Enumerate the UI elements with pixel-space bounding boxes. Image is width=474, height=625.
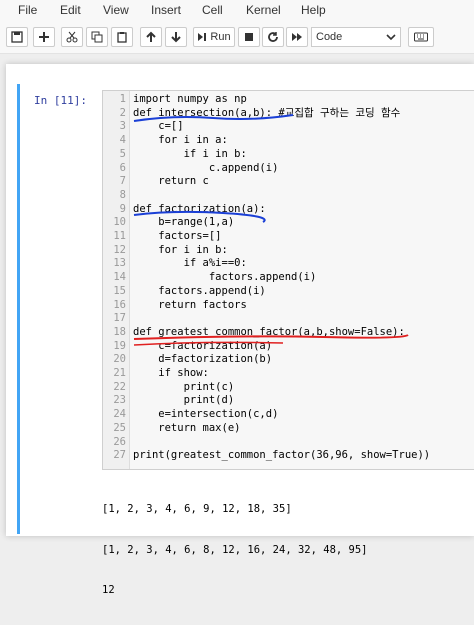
arrow-down-icon: [171, 32, 181, 43]
scissors-icon: [66, 31, 78, 43]
code-line: return factors: [133, 298, 247, 311]
code-line: factors=[]: [133, 230, 222, 242]
code-line: def intersection(a,b): #교집합 구하는 코딩 함수: [133, 106, 401, 119]
code-line: c=[]: [133, 120, 184, 133]
code-line: factors.append(i): [133, 284, 266, 297]
line-number: 14: [113, 271, 126, 284]
line-number: 6: [119, 161, 126, 174]
menu-file[interactable]: File: [18, 3, 37, 17]
menu-edit[interactable]: Edit: [60, 3, 81, 17]
code-line: print(greatest_common_factor(36,96, show…: [133, 449, 431, 462]
paste-button[interactable]: [111, 27, 133, 47]
line-number: 16: [113, 298, 126, 311]
input-prompt: In [11]:: [34, 94, 87, 107]
line-number: 22: [113, 380, 126, 393]
plus-icon: [39, 32, 49, 42]
code-line: if show:: [133, 367, 209, 379]
line-number: 17: [113, 312, 126, 325]
code-line: print(c): [133, 380, 235, 393]
cell-type-select[interactable]: Code: [311, 27, 401, 47]
code-line: for i in a:: [133, 134, 228, 147]
code-line: if i in b:: [133, 147, 247, 160]
code-line: def factorization(a):: [133, 202, 266, 215]
line-number: 24: [113, 408, 126, 421]
line-number: 26: [113, 435, 126, 448]
restart-button[interactable]: [262, 27, 284, 47]
line-number: 3: [119, 120, 126, 133]
line-number: 2: [119, 106, 126, 119]
menu-cell[interactable]: Cell: [202, 3, 223, 17]
refresh-icon: [268, 32, 278, 42]
code-line: c=factorization(a): [133, 339, 273, 352]
output-line: [1, 2, 3, 4, 6, 8, 12, 16, 24, 32, 48, 9…: [102, 543, 368, 556]
move-up-button[interactable]: [140, 27, 162, 47]
code-line: e=intersection(c,d): [133, 408, 279, 421]
line-number: 11: [113, 230, 126, 242]
insert-cell-button[interactable]: [33, 27, 55, 47]
code-line: d=factorization(b): [133, 353, 273, 366]
line-number: 12: [113, 243, 126, 256]
keyboard-icon: [414, 32, 428, 42]
fast-forward-icon: [292, 33, 302, 41]
notebook-container: In [11]: 1 2 3 4 5 6 7 8 9 10 11 12 13 1…: [6, 64, 474, 596]
line-number: 19: [113, 339, 126, 352]
line-number: 10: [113, 216, 126, 229]
code-line: return c: [133, 175, 209, 188]
code-editor[interactable]: 1 2 3 4 5 6 7 8 9 10 11 12 13 14 15 16 1…: [102, 90, 474, 470]
move-down-button[interactable]: [165, 27, 187, 47]
restart-run-all-button[interactable]: [286, 27, 308, 47]
run-label: Run: [210, 31, 231, 43]
line-number: 15: [113, 284, 126, 297]
line-number: 21: [113, 367, 126, 379]
line-number: 7: [119, 175, 126, 188]
code-line: import numpy as np: [133, 93, 247, 105]
code-line: def greatest_common_factor(a,b,show=Fals…: [133, 325, 405, 338]
code-line: print(d): [133, 394, 235, 407]
stop-icon: [245, 33, 253, 41]
code-line: if a%i==0:: [133, 257, 247, 270]
line-number: 25: [113, 421, 126, 434]
line-number: 9: [119, 202, 126, 215]
cut-button[interactable]: [61, 27, 83, 47]
code-line: for i in b:: [133, 243, 228, 256]
copy-icon: [91, 31, 103, 43]
code-line: return max(e): [133, 421, 241, 434]
output-line: 12: [102, 584, 115, 596]
line-number: 27: [113, 449, 126, 462]
toolbar: Run Code: [0, 22, 474, 54]
code-line: factors.append(i): [133, 271, 317, 284]
chevron-down-icon: [386, 34, 396, 41]
menu-help[interactable]: Help: [301, 3, 326, 17]
code-line: c.append(i): [133, 161, 279, 174]
menu-view[interactable]: View: [103, 3, 129, 17]
save-icon: [11, 31, 23, 43]
cell-type-value: Code: [316, 31, 343, 43]
arrow-up-icon: [146, 31, 156, 42]
paste-icon: [117, 32, 127, 43]
cell-output: [1, 2, 3, 4, 6, 9, 12, 18, 35] [1, 2, 3,…: [102, 476, 368, 625]
line-number: 5: [119, 147, 126, 160]
menu-bar: File Edit View Insert Cell Kernel Help: [0, 0, 474, 23]
command-palette-button[interactable]: [408, 27, 434, 47]
line-number: 18: [113, 325, 126, 338]
run-button[interactable]: Run: [193, 27, 235, 47]
line-number: 13: [113, 257, 126, 270]
line-number: 8: [119, 188, 126, 201]
interrupt-button[interactable]: [238, 27, 260, 47]
step-forward-icon: [198, 33, 207, 41]
copy-button[interactable]: [86, 27, 108, 47]
line-number: 4: [119, 134, 126, 147]
line-number: 1: [119, 93, 126, 105]
line-number: 20: [113, 353, 126, 366]
output-line: [1, 2, 3, 4, 6, 9, 12, 18, 35]: [102, 503, 292, 515]
line-number-gutter: 1 2 3 4 5 6 7 8 9 10 11 12 13 14 15 16 1…: [103, 91, 130, 469]
save-button[interactable]: [6, 27, 28, 47]
menu-insert[interactable]: Insert: [151, 3, 181, 17]
code-cell[interactable]: In [11]: 1 2 3 4 5 6 7 8 9 10 11 12 13 1…: [17, 84, 474, 596]
menu-kernel[interactable]: Kernel: [246, 3, 281, 17]
code-line: b=range(1,a): [133, 216, 235, 229]
line-number: 23: [113, 394, 126, 407]
